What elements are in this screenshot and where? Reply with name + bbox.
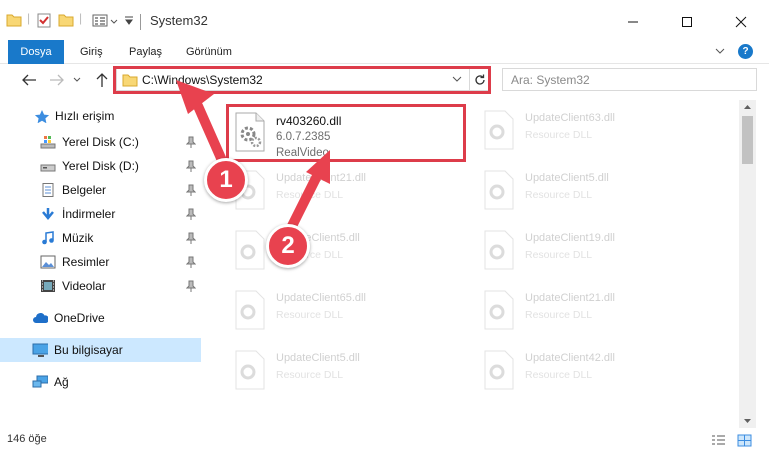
step-2-badge: 2 [266,224,310,268]
arrow-2-shaft [285,173,321,235]
item-count: 146 öğe [7,433,47,445]
large-icons-view-icon[interactable] [737,434,752,447]
step-1-badge: 1 [204,158,248,202]
details-view-icon[interactable] [711,434,726,447]
annotation-arrows [176,80,330,235]
status-bar: 146 öğe [0,428,769,467]
